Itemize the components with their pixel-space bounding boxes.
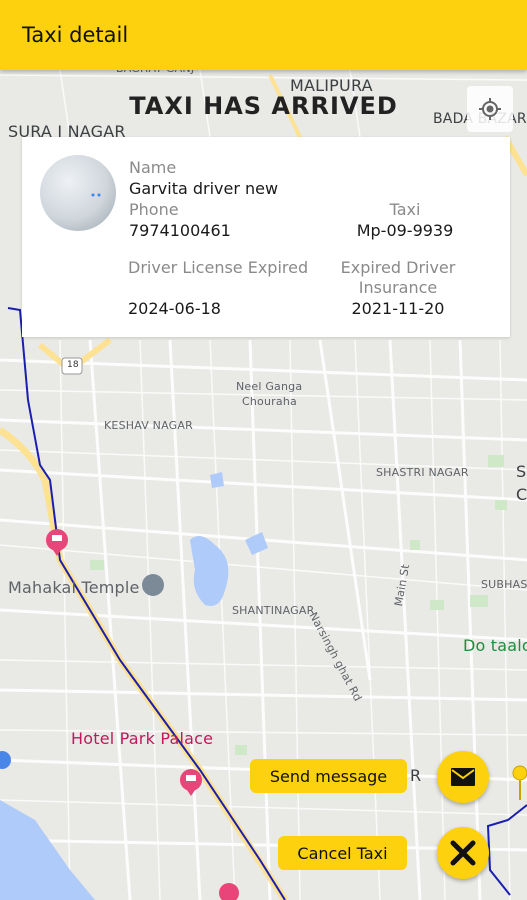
page-title: Taxi detail	[22, 23, 129, 47]
license-label: Driver License Expired	[128, 258, 309, 277]
map-label: C	[516, 485, 527, 504]
map-label: Neel Ganga	[236, 380, 303, 393]
map-label-poi[interactable]: Mahakal Temple	[8, 578, 140, 597]
driver-name: Garvita driver new	[129, 179, 279, 198]
mail-icon	[451, 768, 475, 786]
cancel-taxi-button[interactable]: Cancel Taxi	[278, 836, 407, 870]
name-label: Name	[129, 158, 177, 177]
app-header: Taxi detail	[0, 0, 527, 70]
taxi-status-title: TAXI HAS ARRIVED	[129, 92, 398, 120]
map-label: R	[410, 766, 422, 785]
map-label: S	[516, 462, 527, 481]
map-label: SHANTINAGAR	[232, 604, 315, 617]
close-icon	[450, 840, 476, 866]
map-label-poi[interactable]: Hotel Park Palace	[71, 729, 213, 748]
driver-avatar	[40, 155, 116, 231]
map-label-poi[interactable]: Do taalo	[463, 636, 527, 655]
send-message-fab[interactable]	[437, 751, 489, 803]
map-label: SUBHAS	[481, 578, 527, 591]
map-label: SHASTRI NAGAR	[376, 466, 469, 479]
taxi-number: Mp-09-9939	[356, 221, 454, 240]
map-label: Chouraha	[242, 395, 297, 408]
insurance-label-line1: Expired Driver	[340, 258, 456, 277]
my-location-button[interactable]	[467, 86, 513, 132]
send-message-button[interactable]: Send message	[250, 759, 407, 793]
map-label: KESHAV NAGAR	[104, 419, 193, 432]
route-badge: 18	[67, 360, 79, 370]
avatar-detail	[91, 193, 101, 197]
phone-label: Phone	[129, 200, 179, 219]
license-expiry: 2024-06-18	[128, 299, 221, 318]
insurance-label-line2: Insurance	[358, 278, 438, 297]
cancel-taxi-fab[interactable]	[437, 827, 489, 879]
taxi-label: Taxi	[389, 200, 421, 219]
insurance-expiry: 2021-11-20	[351, 299, 445, 318]
my-location-icon	[479, 98, 501, 120]
driver-info-card: Name Garvita driver new Phone 7974100461…	[22, 137, 510, 337]
driver-phone[interactable]: 7974100461	[129, 221, 231, 240]
